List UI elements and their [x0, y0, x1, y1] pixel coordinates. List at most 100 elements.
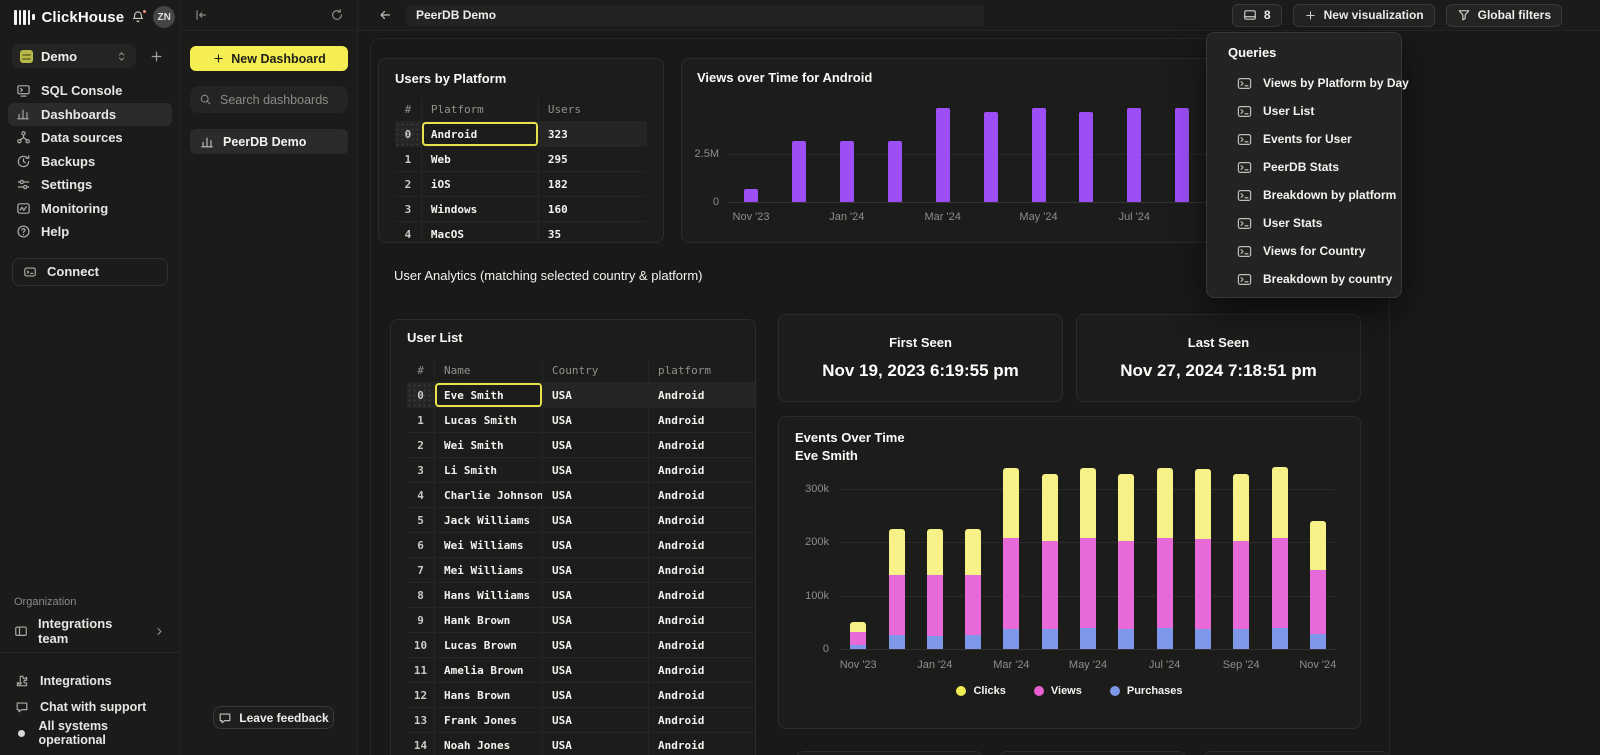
views-bar-may-24[interactable] [1032, 108, 1046, 202]
table-cell[interactable]: Android [649, 458, 753, 482]
new-visualization-button[interactable]: New visualization [1293, 4, 1435, 27]
views-bar-jun-24[interactable] [1079, 112, 1093, 202]
global-filters-button[interactable]: Global filters [1446, 4, 1562, 27]
table-cell[interactable]: USA [543, 483, 649, 507]
table-cell[interactable]: 10 [407, 633, 435, 657]
table-cell[interactable]: Android [649, 683, 753, 707]
table-row[interactable]: 9Hank BrownUSAAndroid [407, 608, 755, 633]
events-bar-jul-24[interactable] [1157, 468, 1173, 649]
query-item-views-for-country[interactable]: Views for Country [1207, 237, 1401, 265]
refresh-icon[interactable] [330, 8, 344, 22]
table-cell[interactable]: USA [543, 708, 649, 732]
events-bar-oct-24[interactable] [1272, 467, 1288, 649]
table-row[interactable]: 2Wei SmithUSAAndroid [407, 433, 755, 458]
sidebar-item-help[interactable]: Help [8, 220, 172, 244]
events-bar-nov-24[interactable] [1310, 521, 1326, 649]
table-cell[interactable]: 13 [407, 708, 435, 732]
table-row[interactable]: 10Lucas BrownUSAAndroid [407, 633, 755, 658]
table-cell[interactable]: Android [649, 658, 753, 682]
query-item-user-list[interactable]: User List [1207, 97, 1401, 125]
query-item-peerdb-stats[interactable]: PeerDB Stats [1207, 153, 1401, 181]
sidebar-item-integrations-team[interactable]: Integrations team [14, 619, 166, 643]
table-cell[interactable]: Lucas Smith [435, 408, 543, 432]
table-cell[interactable]: Android [649, 608, 753, 632]
table-row[interactable]: 0Eve SmithUSAAndroid [407, 383, 755, 408]
table-row[interactable]: 5Jack WilliamsUSAAndroid [407, 508, 755, 533]
table-row[interactable]: 0Android323 [395, 122, 647, 147]
table-cell[interactable]: USA [543, 733, 649, 755]
table-cell[interactable]: USA [543, 383, 649, 407]
table-row[interactable]: 13Frank JonesUSAAndroid [407, 708, 755, 733]
table-cell[interactable]: 4 [407, 483, 435, 507]
events-bar-jun-24[interactable] [1118, 474, 1134, 649]
table-cell[interactable]: Jack Williams [435, 508, 543, 532]
workspace-select[interactable]: Demo [12, 44, 136, 68]
table-row[interactable]: 12Hans BrownUSAAndroid [407, 683, 755, 708]
sidebar-item-monitoring[interactable]: Monitoring [8, 197, 172, 221]
table-cell[interactable]: Hans Brown [435, 683, 543, 707]
table-cell[interactable]: Noah Jones [435, 733, 543, 755]
table-row[interactable]: 3Windows160 [395, 197, 647, 222]
footer-item-all-systems-operational[interactable]: All systems operational [14, 722, 166, 744]
table-cell[interactable]: 6 [407, 533, 435, 557]
sidebar-item-data-sources[interactable]: Data sources [8, 126, 172, 150]
table-row[interactable]: 8Hans WilliamsUSAAndroid [407, 583, 755, 608]
query-item-events-for-user[interactable]: Events for User [1207, 125, 1401, 153]
events-bar-mar-24[interactable] [1003, 468, 1019, 649]
views-bar-jan-24[interactable] [840, 141, 854, 202]
selected-cell[interactable]: Eve Smith [435, 383, 543, 407]
table-cell[interactable]: Hans Williams [435, 583, 543, 607]
avatar[interactable]: ZN [153, 6, 175, 28]
views-bar-jul-24[interactable] [1127, 108, 1141, 202]
table-cell[interactable]: USA [543, 458, 649, 482]
table-cell[interactable]: 14 [407, 733, 435, 755]
events-bar-jan-24[interactable] [927, 529, 943, 649]
selected-cell[interactable]: Android [422, 122, 539, 146]
events-bar-sep-24[interactable] [1233, 474, 1249, 649]
table-cell[interactable]: 3 [395, 197, 422, 221]
views-bar-nov-23[interactable] [744, 189, 758, 202]
events-bar-aug-24[interactable] [1195, 469, 1211, 649]
leave-feedback-button[interactable]: Leave feedback [213, 706, 334, 729]
table-row[interactable]: 14Noah JonesUSAAndroid [407, 733, 755, 755]
views-bar-mar-24[interactable] [936, 108, 950, 202]
table-cell[interactable]: 12 [407, 683, 435, 707]
table-cell[interactable]: Android [649, 508, 753, 532]
table-cell[interactable]: Android [649, 558, 753, 582]
sidebar-item-backups[interactable]: Backups [8, 150, 172, 174]
table-cell[interactable]: Wei Smith [435, 433, 543, 457]
table-cell[interactable]: USA [543, 533, 649, 557]
views-bar-feb-24[interactable] [888, 141, 902, 202]
table-cell[interactable]: Android [649, 633, 753, 657]
table-row[interactable]: 7Mei WilliamsUSAAndroid [407, 558, 755, 583]
table-cell[interactable]: Amelia Brown [435, 658, 543, 682]
table-cell[interactable]: Hank Brown [435, 608, 543, 632]
table-cell[interactable]: 4 [395, 222, 422, 243]
table-cell[interactable]: USA [543, 558, 649, 582]
table-cell[interactable]: Lucas Brown [435, 633, 543, 657]
table-cell[interactable]: 7 [407, 558, 435, 582]
table-cell[interactable]: 323 [539, 122, 647, 146]
table-cell[interactable]: USA [543, 633, 649, 657]
table-cell[interactable]: iOS [422, 172, 539, 196]
table-cell[interactable]: 1 [407, 408, 435, 432]
table-row[interactable]: 4Charlie JohnsonUSAAndroid [407, 483, 755, 508]
table-cell[interactable]: 5 [407, 508, 435, 532]
notifications-bell-icon[interactable] [131, 10, 145, 24]
table-cell[interactable]: USA [543, 608, 649, 632]
table-cell[interactable]: 160 [539, 197, 647, 221]
sidebar-item-sql-console[interactable]: SQL Console [8, 79, 172, 103]
views-bar-dec-23[interactable] [792, 141, 806, 202]
table-cell[interactable]: USA [543, 683, 649, 707]
events-bar-may-24[interactable] [1080, 468, 1096, 649]
table-row[interactable]: 11Amelia BrownUSAAndroid [407, 658, 755, 683]
views-bar-aug-24[interactable] [1175, 108, 1189, 202]
table-cell[interactable]: Frank Jones [435, 708, 543, 732]
table-cell[interactable]: 2 [407, 433, 435, 457]
table-row[interactable]: 4MacOS35 [395, 222, 647, 243]
table-cell[interactable]: 35 [539, 222, 647, 243]
table-cell[interactable]: 8 [407, 583, 435, 607]
events-bar-nov-23[interactable] [850, 622, 866, 649]
visualization-count-button[interactable]: 8 [1232, 4, 1282, 27]
legend-item-views[interactable]: Views [1034, 685, 1082, 697]
